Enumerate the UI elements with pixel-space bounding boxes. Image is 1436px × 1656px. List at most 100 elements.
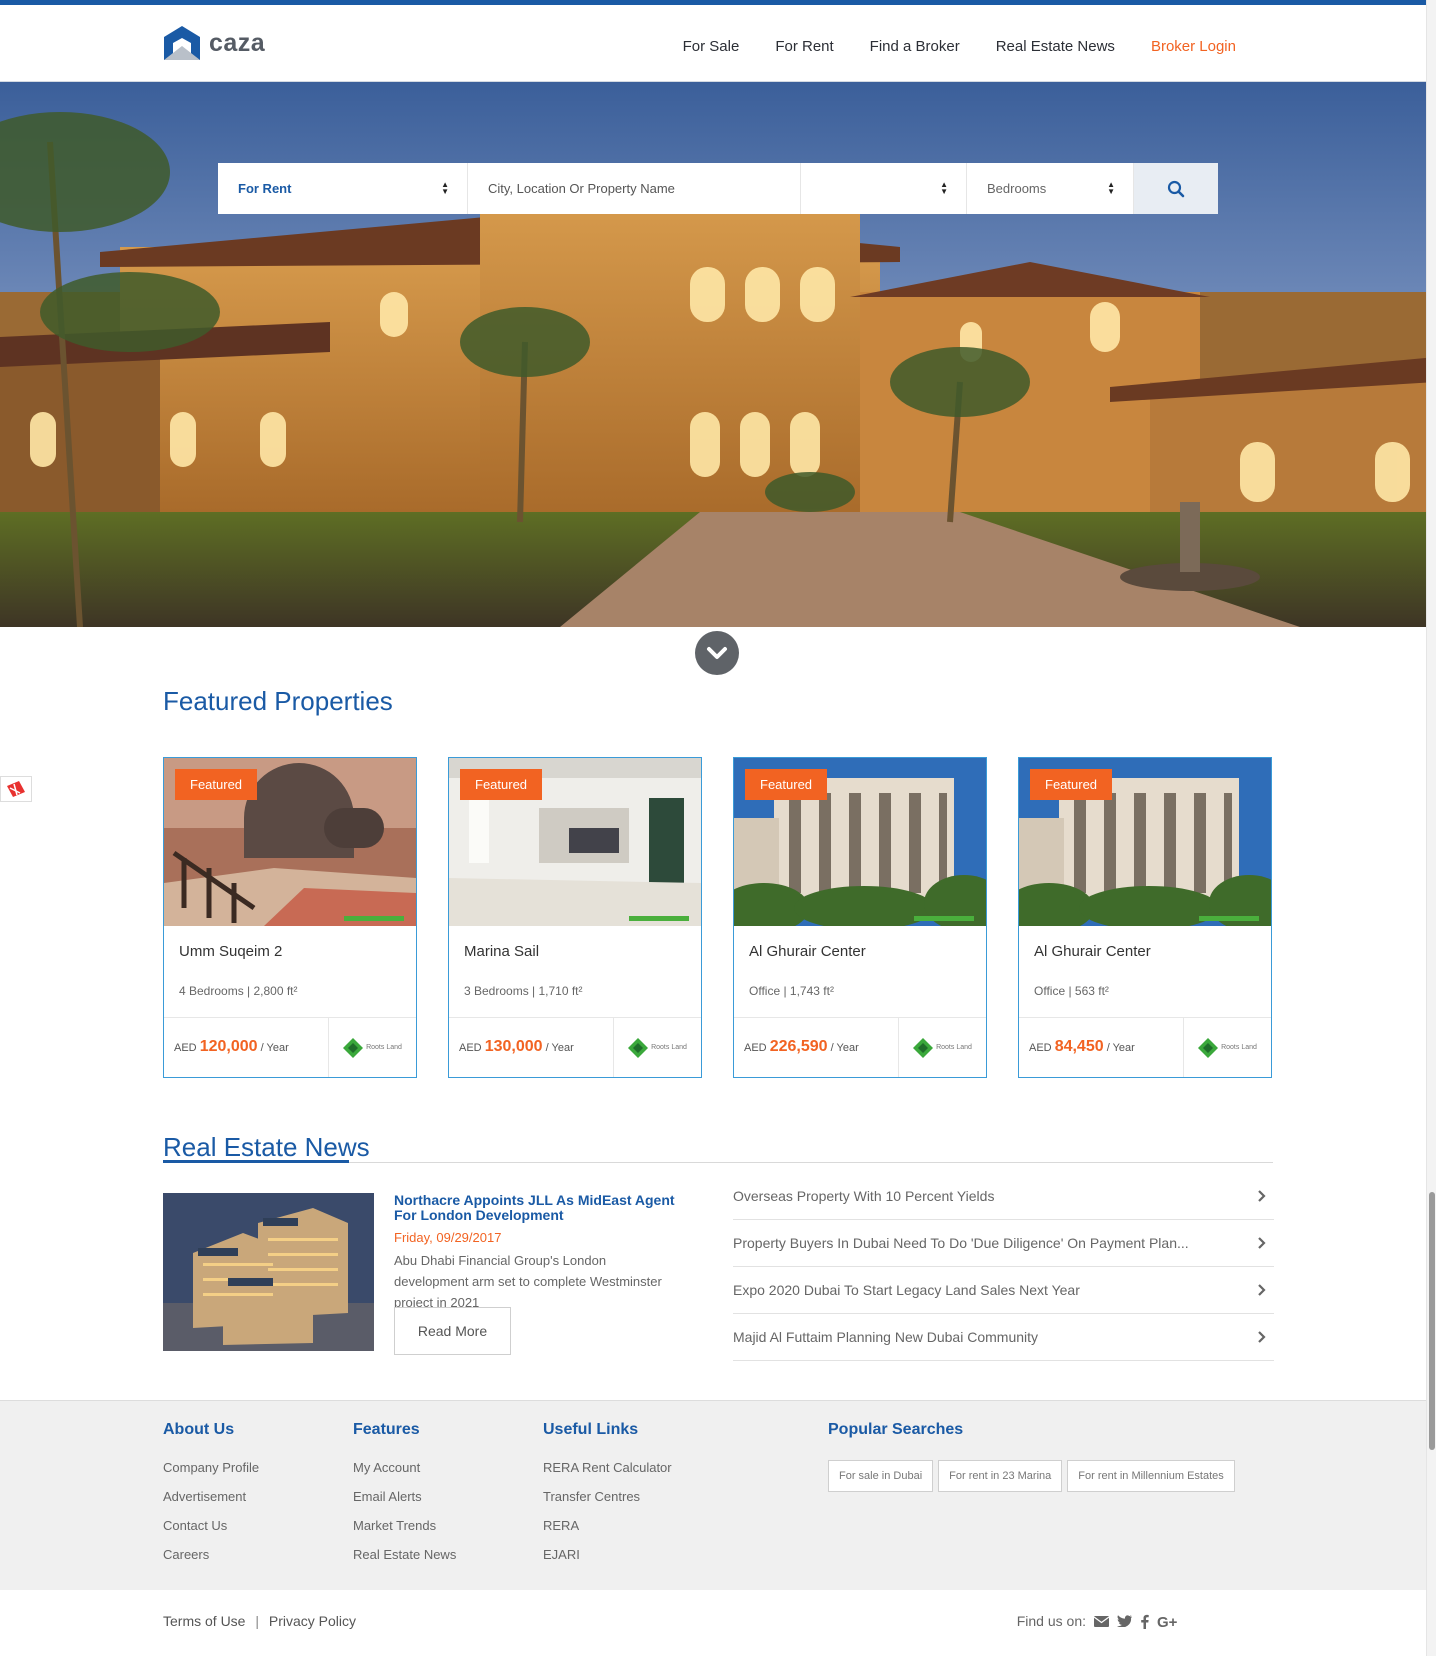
property-title[interactable]: Al Ghurair Center <box>1034 943 1151 960</box>
popular-search-tag[interactable]: For sale in Dubai <box>828 1460 934 1492</box>
news-list-item[interactable]: Overseas Property With 10 Percent Yields <box>733 1173 1274 1220</box>
footer-link-real-estate-news[interactable]: Real Estate News <box>353 1547 456 1576</box>
card-footer: AED 130,000 / Year Roots Land <box>449 1017 701 1077</box>
search-button[interactable] <box>1134 163 1218 214</box>
popular-search-tags: For sale in Dubai For rent in 23 Marina … <box>828 1460 1235 1492</box>
google-plus-icon[interactable]: G+ <box>1157 1614 1181 1629</box>
listing-type-select[interactable]: For Rent ▲ ▼ <box>218 163 468 214</box>
roots-land-logo-icon <box>628 1037 649 1058</box>
agency-name: Roots Land <box>366 1043 402 1051</box>
property-card[interactable]: Featured Al Ghurair Center Office | 563 … <box>1018 757 1272 1078</box>
property-price: AED 130,000 / Year <box>459 1038 574 1056</box>
price-amount: 130,000 <box>484 1038 543 1055</box>
property-meta: 4 Bedrooms | 2,800 ft² <box>179 984 298 998</box>
property-price: AED 226,590 / Year <box>744 1038 859 1056</box>
caza-logo[interactable]: caza <box>163 24 265 62</box>
select-arrows-icon: ▲ ▼ <box>940 180 948 196</box>
footer-popular-searches-column: Popular Searches For sale in Dubai For r… <box>828 1421 1235 1492</box>
roots-land-logo-icon <box>913 1037 934 1058</box>
twitter-icon[interactable] <box>1117 1615 1132 1627</box>
property-title[interactable]: Umm Suqeim 2 <box>179 943 282 960</box>
vertical-scrollbar[interactable] <box>1426 0 1436 1656</box>
price-amount: 84,450 <box>1054 1038 1104 1055</box>
popular-search-tag[interactable]: For rent in 23 Marina <box>938 1460 1063 1492</box>
news-list-item[interactable]: Majid Al Futtaim Planning New Dubai Comm… <box>733 1314 1274 1361</box>
price-period: / Year <box>545 1042 574 1054</box>
property-title[interactable]: Al Ghurair Center <box>749 943 866 960</box>
svg-text:G+: G+ <box>1157 1614 1178 1629</box>
popular-search-tag[interactable]: For rent in Millennium Estates <box>1067 1460 1235 1492</box>
feedback-icon <box>7 781 25 797</box>
nav-for-sale[interactable]: For Sale <box>683 38 740 55</box>
news-summary: Abu Dhabi Financial Group's London devel… <box>394 1253 662 1310</box>
featured-badge: Featured <box>1030 769 1113 800</box>
nav-find-broker[interactable]: Find a Broker <box>870 38 960 55</box>
featured-badge: Featured <box>175 769 258 800</box>
footer-link-email-alerts[interactable]: Email Alerts <box>353 1489 456 1518</box>
property-card[interactable]: Featured Umm Suqeim 2 4 Bedrooms | 2,800… <box>163 757 417 1078</box>
currency: AED <box>459 1042 482 1054</box>
property-image: Featured <box>734 758 986 926</box>
news-list-title: Overseas Property With 10 Percent Yields <box>733 1188 995 1204</box>
footer-link-advertisement[interactable]: Advertisement <box>163 1489 259 1518</box>
chevron-down-icon <box>707 647 727 659</box>
property-card[interactable]: Featured Marina Sail 3 Bedrooms | 1,710 … <box>448 757 702 1078</box>
scrollbar-thumb[interactable] <box>1429 1192 1435 1450</box>
find-us-label: Find us on: <box>1016 1613 1086 1629</box>
footer-heading: About Us <box>163 1421 235 1438</box>
caza-logo-icon <box>164 26 200 60</box>
footer-link-my-account[interactable]: My Account <box>353 1460 456 1489</box>
property-meta: Office | 563 ft² <box>1034 984 1109 998</box>
card-footer: AED 120,000 / Year Roots Land <box>164 1017 416 1077</box>
news-headline[interactable]: Northacre Appoints JLL As MidEast Agent … <box>394 1193 694 1223</box>
facebook-icon[interactable] <box>1140 1614 1149 1629</box>
agency-logo[interactable]: Roots Land <box>613 1018 701 1077</box>
news-list-item[interactable]: Expo 2020 Dubai To Start Legacy Land Sal… <box>733 1267 1274 1314</box>
agency-logo[interactable]: Roots Land <box>898 1018 986 1077</box>
nav-broker-login[interactable]: Broker Login <box>1151 38 1236 55</box>
footer-link-careers[interactable]: Careers <box>163 1547 259 1576</box>
nav-real-estate-news[interactable]: Real Estate News <box>996 38 1115 55</box>
email-icon[interactable] <box>1094 1615 1109 1627</box>
location-input[interactable]: City, Location Or Property Name <box>468 163 801 214</box>
chevron-right-icon <box>1258 1331 1266 1343</box>
terms-of-use-link[interactable]: Terms of Use <box>163 1613 245 1629</box>
property-price: AED 84,450 / Year <box>1029 1038 1135 1056</box>
section-divider <box>163 1160 1273 1163</box>
scroll-down-button[interactable] <box>695 631 739 675</box>
currency: AED <box>174 1042 197 1054</box>
currency: AED <box>1029 1042 1052 1054</box>
footer-link-ejari[interactable]: EJARI <box>543 1547 672 1576</box>
social-links: Find us on: G+ <box>1017 1613 1181 1629</box>
news-image[interactable] <box>163 1193 374 1351</box>
footer-link-contact-us[interactable]: Contact Us <box>163 1518 259 1547</box>
footer-link-market-trends[interactable]: Market Trends <box>353 1518 456 1547</box>
bedrooms-select[interactable]: Bedrooms ▲ ▼ <box>967 163 1134 214</box>
footer-useful-links-column: Useful Links RERA Rent Calculator Transf… <box>543 1421 672 1576</box>
footer-link-rera[interactable]: RERA <box>543 1518 672 1547</box>
property-card[interactable]: Featured Al Ghurair Center Office | 1,74… <box>733 757 987 1078</box>
news-list-item[interactable]: Property Buyers In Dubai Need To Do 'Due… <box>733 1220 1274 1267</box>
hero-banner: For Rent ▲ ▼ City, Location Or Property N… <box>0 82 1436 627</box>
chevron-right-icon <box>1258 1237 1266 1249</box>
side-feedback-tab[interactable] <box>0 776 32 802</box>
legal-separator: | <box>255 1613 259 1629</box>
agency-name: Roots Land <box>651 1043 687 1051</box>
footer-link-transfer-centres[interactable]: Transfer Centres <box>543 1489 672 1518</box>
card-footer: AED 84,450 / Year Roots Land <box>1019 1017 1271 1077</box>
location-placeholder: City, Location Or Property Name <box>488 181 675 196</box>
agency-logo[interactable]: Roots Land <box>328 1018 416 1077</box>
read-more-button[interactable]: Read More <box>394 1307 511 1355</box>
news-list-title: Expo 2020 Dubai To Start Legacy Land Sal… <box>733 1282 1080 1298</box>
privacy-policy-link[interactable]: Privacy Policy <box>269 1613 356 1629</box>
news-list-title: Property Buyers In Dubai Need To Do 'Due… <box>733 1235 1189 1251</box>
nav-for-rent[interactable]: For Rent <box>775 38 833 55</box>
featured-badge: Featured <box>745 769 828 800</box>
agency-logo[interactable]: Roots Land <box>1183 1018 1271 1077</box>
property-meta: 3 Bedrooms | 1,710 ft² <box>464 984 583 998</box>
footer-link-company-profile[interactable]: Company Profile <box>163 1460 259 1489</box>
property-title[interactable]: Marina Sail <box>464 943 539 960</box>
footer-link-rera-calculator[interactable]: RERA Rent Calculator <box>543 1460 672 1489</box>
price-select[interactable]: ▲ ▼ <box>801 163 967 214</box>
property-search-bar: For Rent ▲ ▼ City, Location Or Property N… <box>218 163 1218 214</box>
